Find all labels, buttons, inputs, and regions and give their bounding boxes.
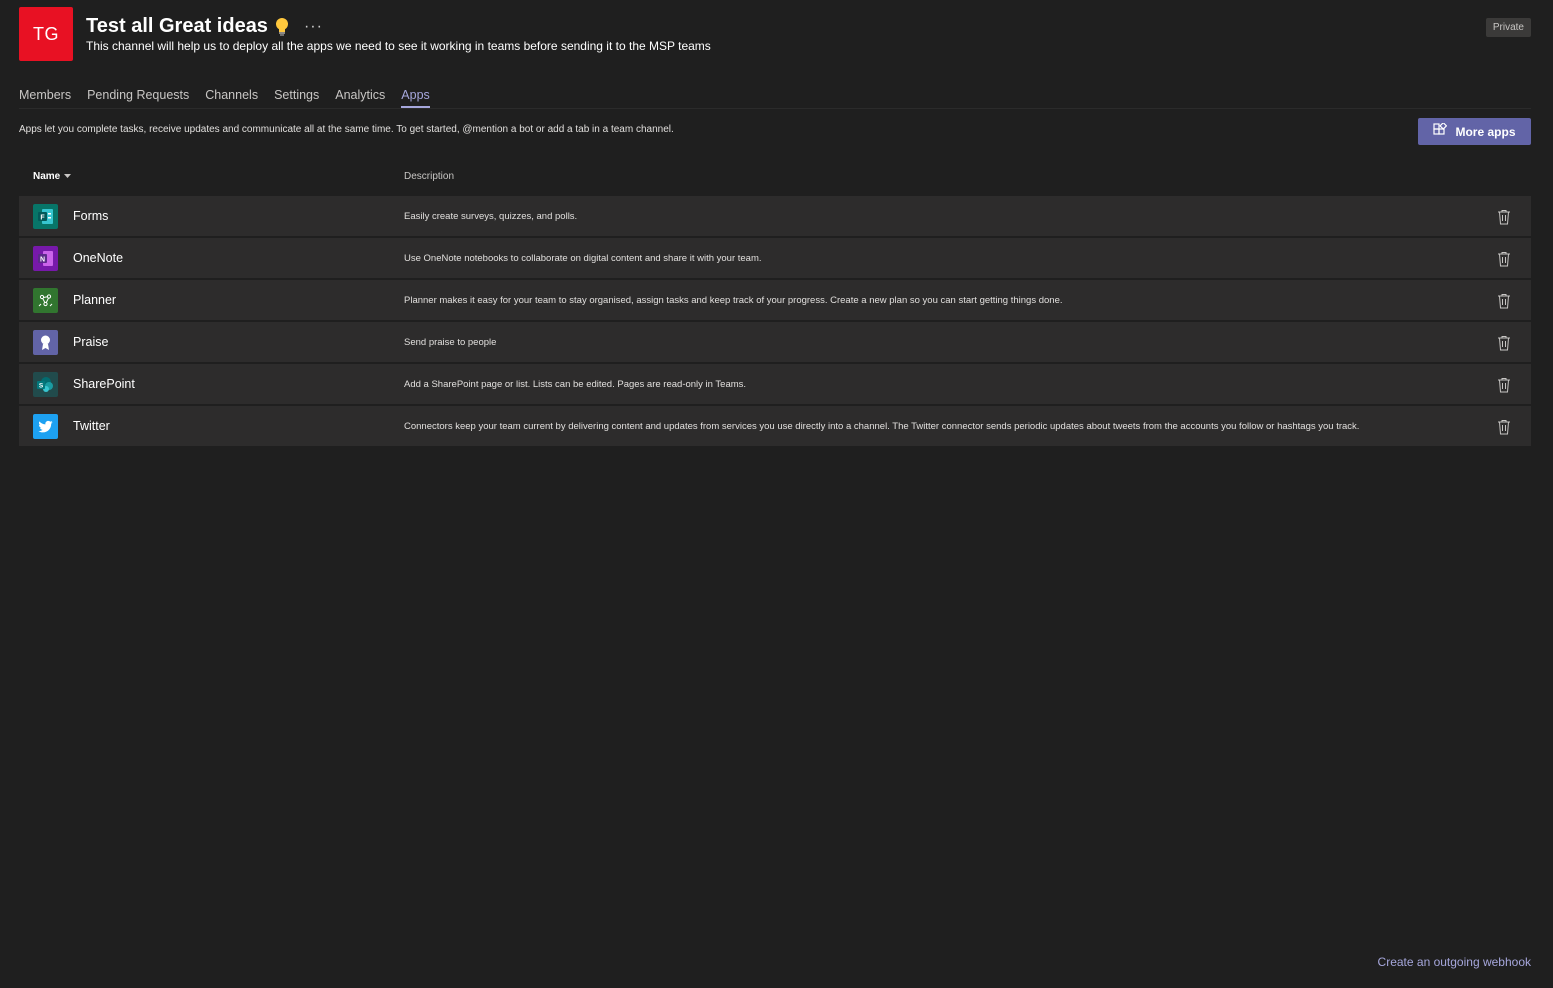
team-header: TG Test all Great ideas ··· This channel… <box>19 7 1531 63</box>
team-title-text: Test all Great ideas <box>86 15 268 37</box>
team-description: This channel will help us to deploy all … <box>86 39 711 53</box>
privacy-badge: Private <box>1485 18 1531 37</box>
sort-down-icon <box>64 171 72 182</box>
trash-icon[interactable] <box>1497 209 1511 225</box>
team-avatar: TG <box>19 7 73 61</box>
app-name: SharePoint <box>73 377 135 391</box>
apps-table: F Forms Easily create surveys, quizzes, … <box>19 196 1531 448</box>
tab-channels[interactable]: Channels <box>205 88 258 108</box>
tab-apps[interactable]: Apps <box>401 88 430 108</box>
app-name: Twitter <box>73 419 110 433</box>
tab-analytics[interactable]: Analytics <box>335 88 385 108</box>
table-row[interactable]: S SharePoint Add a SharePoint page or li… <box>19 364 1531 404</box>
trash-icon[interactable] <box>1497 377 1511 393</box>
app-description: Planner makes it easy for your team to s… <box>404 294 1063 306</box>
table-row[interactable]: Praise Send praise to people <box>19 322 1531 362</box>
trash-icon[interactable] <box>1497 293 1511 309</box>
tab-settings[interactable]: Settings <box>274 88 319 108</box>
app-description: Connectors keep your team current by del… <box>404 420 1360 432</box>
more-apps-button[interactable]: More apps <box>1418 118 1531 145</box>
team-title: Test all Great ideas ··· <box>86 15 323 38</box>
app-description: Send praise to people <box>404 336 497 348</box>
trash-icon[interactable] <box>1497 419 1511 435</box>
app-name: Forms <box>73 209 109 223</box>
planner-icon <box>33 288 58 313</box>
create-webhook-link[interactable]: Create an outgoing webhook <box>1378 955 1531 969</box>
column-name-label: Name <box>33 171 61 182</box>
svg-text:S: S <box>39 383 44 390</box>
tab-divider <box>19 108 1531 109</box>
sharepoint-icon: S <box>33 372 58 397</box>
column-header-name[interactable]: Name <box>33 171 72 182</box>
trash-icon[interactable] <box>1497 251 1511 267</box>
table-row[interactable]: Twitter Connectors keep your team curren… <box>19 406 1531 446</box>
app-name: Planner <box>73 293 117 307</box>
app-description: Use OneNote notebooks to collaborate on … <box>404 252 762 264</box>
onenote-icon: N <box>33 246 58 271</box>
tab-pending-requests[interactable]: Pending Requests <box>87 88 189 108</box>
team-tabs: Members Pending Requests Channels Settin… <box>19 88 430 108</box>
more-options-button[interactable]: ··· <box>304 18 323 36</box>
app-name: OneNote <box>73 251 124 265</box>
app-name: Praise <box>73 335 109 349</box>
svg-text:N: N <box>40 257 45 264</box>
column-header-description: Description <box>404 171 455 182</box>
svg-text:F: F <box>40 215 45 222</box>
apps-grid-icon <box>1433 121 1448 140</box>
apps-info-text: Apps let you complete tasks, receive upd… <box>19 124 674 135</box>
lightbulb-icon <box>274 17 290 37</box>
more-apps-label: More apps <box>1455 124 1516 139</box>
twitter-icon <box>33 414 58 439</box>
app-description: Easily create surveys, quizzes, and poll… <box>404 210 578 222</box>
tab-members[interactable]: Members <box>19 88 71 108</box>
app-description: Add a SharePoint page or list. Lists can… <box>404 378 747 390</box>
table-row[interactable]: F Forms Easily create surveys, quizzes, … <box>19 196 1531 236</box>
praise-icon <box>33 330 58 355</box>
forms-icon: F <box>33 204 58 229</box>
table-row[interactable]: Planner Planner makes it easy for your t… <box>19 280 1531 320</box>
trash-icon[interactable] <box>1497 335 1511 351</box>
table-row[interactable]: N OneNote Use OneNote notebooks to colla… <box>19 238 1531 278</box>
